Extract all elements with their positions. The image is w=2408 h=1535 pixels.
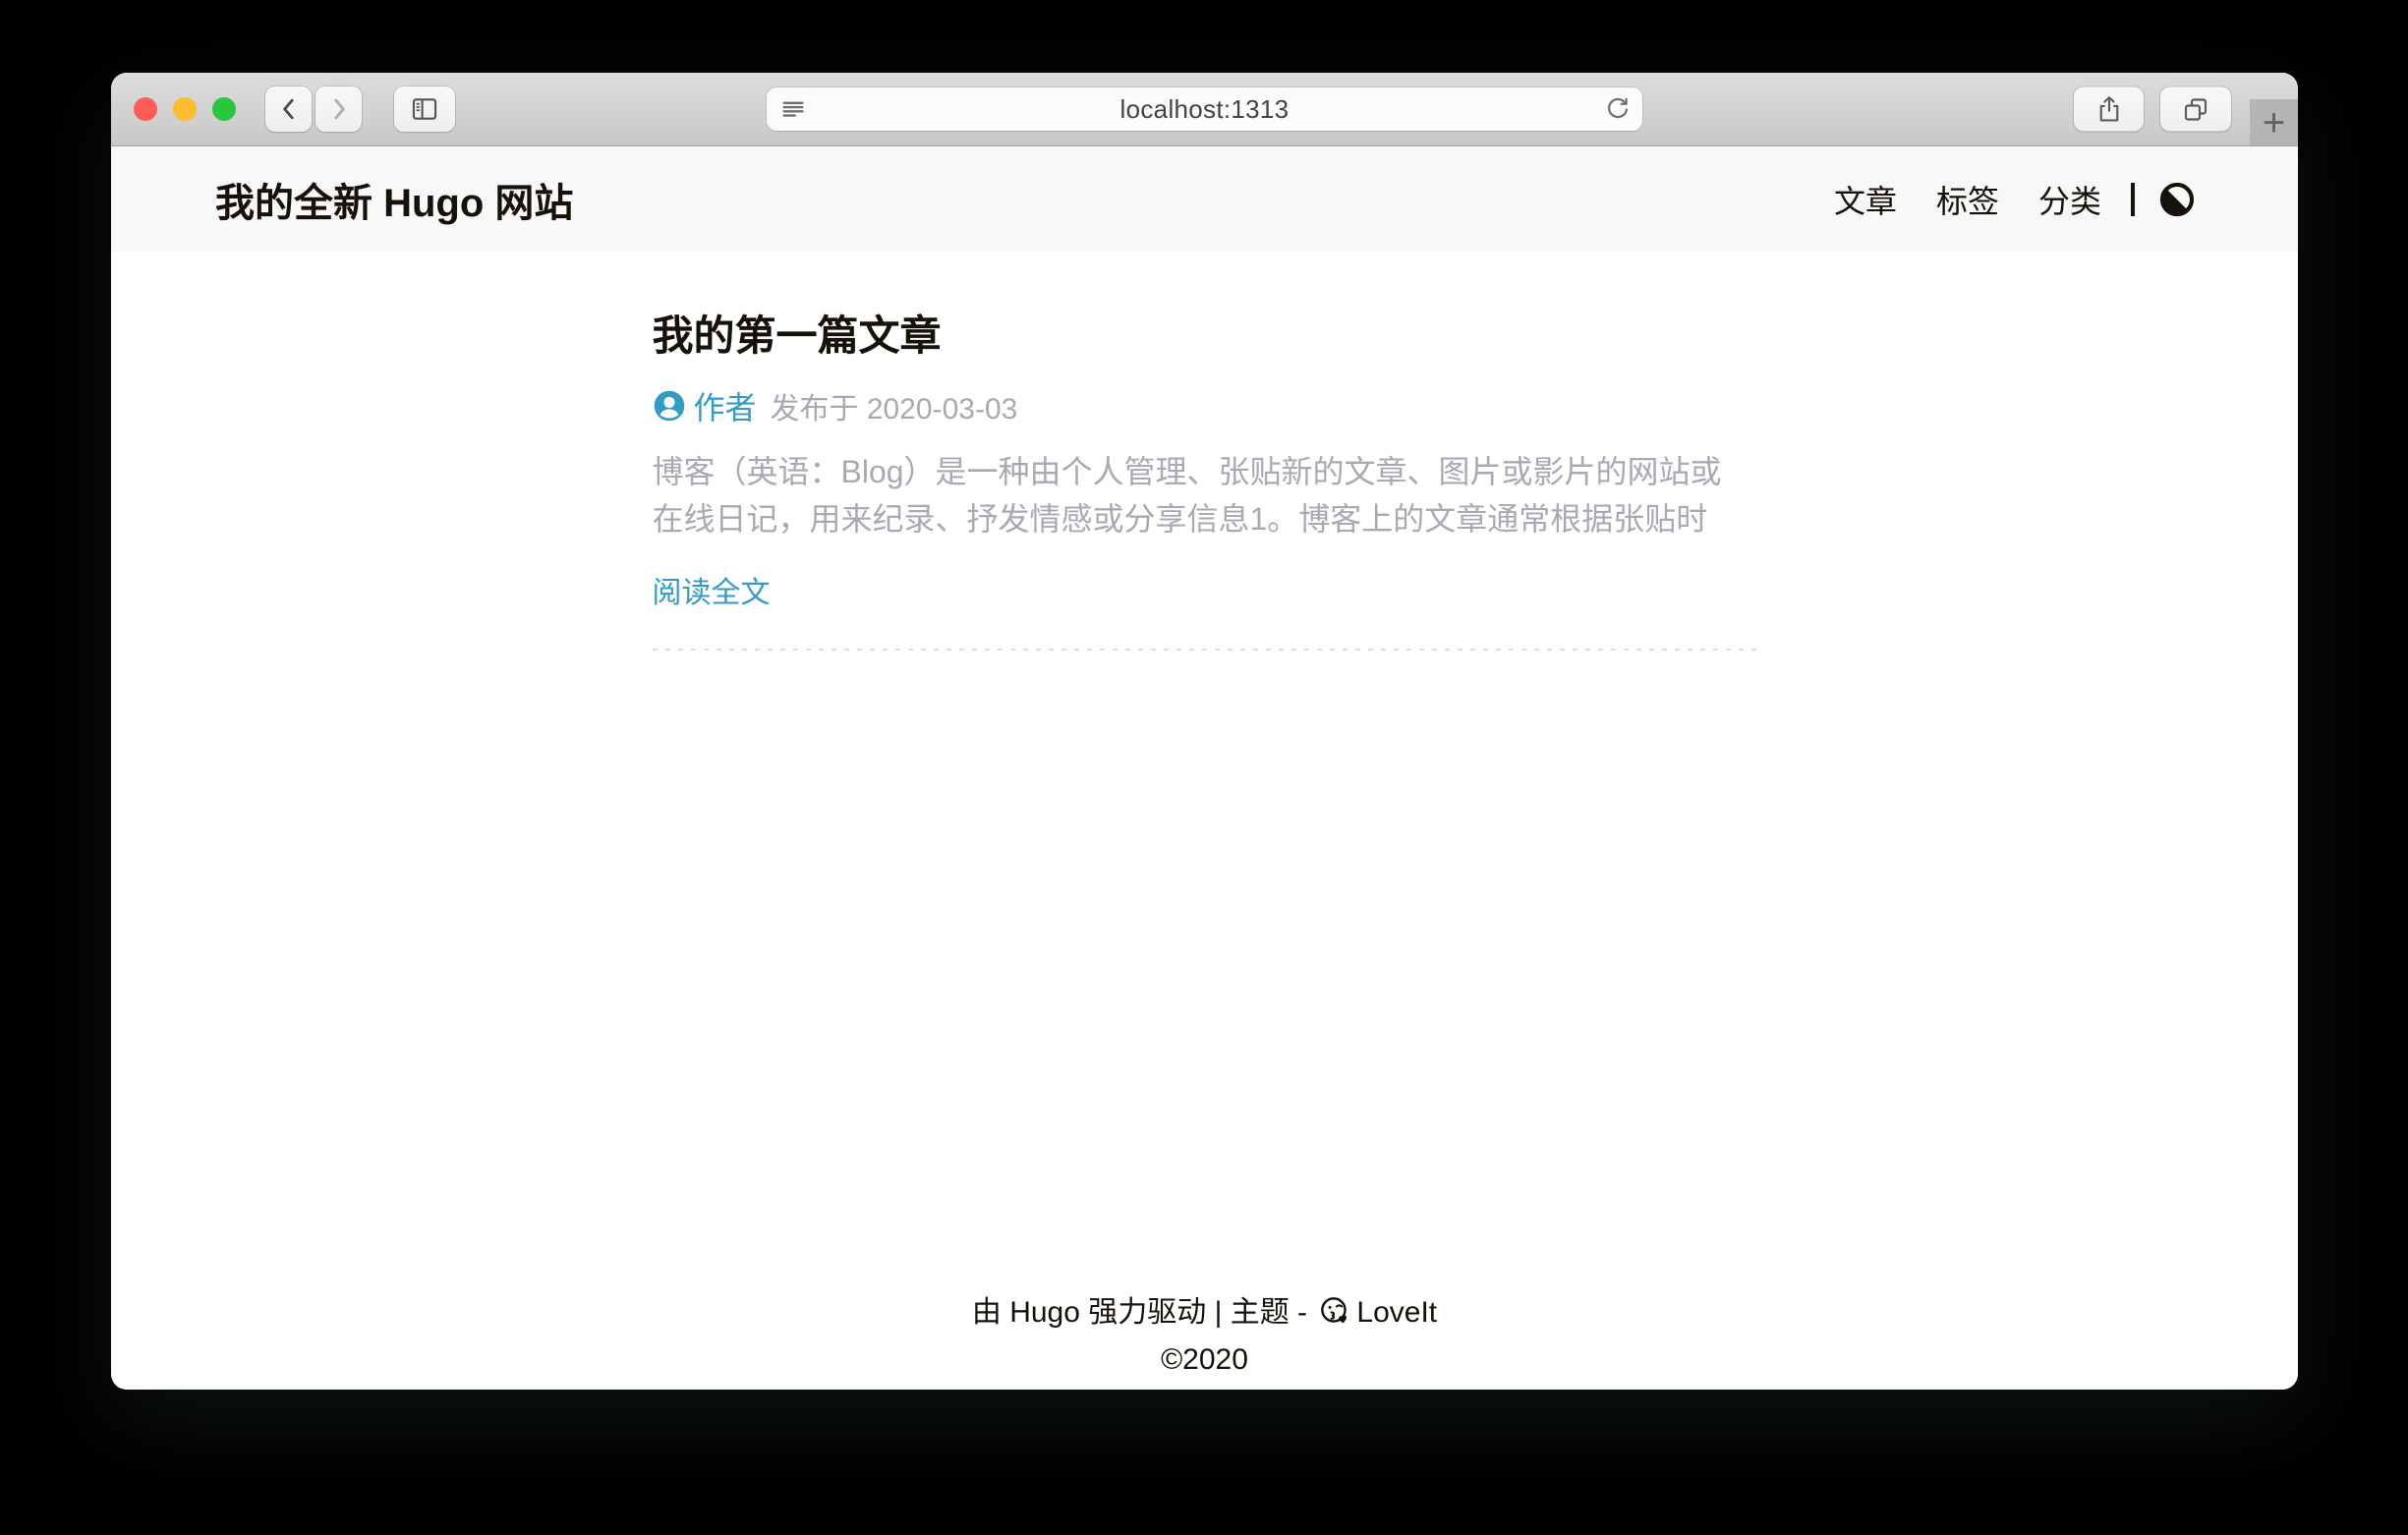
nav-item-tags[interactable]: 标签: [1936, 177, 1999, 222]
theme-toggle-button[interactable]: [2158, 181, 2196, 218]
author-link[interactable]: 作者: [694, 383, 757, 428]
nav-item-categories[interactable]: 分类: [2038, 177, 2101, 222]
plus-icon: +: [2263, 103, 2285, 142]
minimize-button[interactable]: [173, 97, 197, 121]
close-button[interactable]: [134, 97, 157, 121]
back-button[interactable]: [265, 86, 312, 132]
read-more-link[interactable]: 阅读全文: [653, 568, 771, 611]
tab-overview-icon: [2180, 93, 2211, 125]
tab-overview-button[interactable]: [2160, 87, 2231, 132]
share-icon: [2093, 93, 2125, 125]
site-nav: 文章 标签 分类: [1795, 177, 2196, 222]
chevron-right-icon: [324, 94, 354, 124]
share-button[interactable]: [2074, 87, 2144, 132]
nav-divider: [2131, 183, 2135, 216]
site-header: 我的全新 Hugo 网站 文章 标签 分类: [111, 146, 2298, 252]
window-controls: [134, 97, 236, 121]
author-avatar-icon: [653, 389, 686, 423]
chevron-left-icon: [274, 94, 304, 124]
sidebar-toggle-icon: [408, 92, 441, 126]
browser-toolbar: localhost:1313: [111, 73, 2298, 146]
site-title[interactable]: 我的全新 Hugo 网站: [215, 171, 573, 228]
footer-copyright: ©2020: [111, 1336, 2298, 1384]
reader-view-button[interactable]: [778, 94, 808, 124]
zoom-button[interactable]: [212, 97, 236, 121]
page-content: 我的第一篇文章 作者 发布于 2020-03-03 博客（英语：Blog）是一种…: [111, 252, 2298, 1390]
footer-theme-link[interactable]: LoveIt: [1356, 1296, 1437, 1329]
contrast-circle-icon: [2158, 181, 2196, 218]
post-summary: 博客（英语：Blog）是一种由个人管理、张贴新的文章、图片或影片的网站或 在线日…: [653, 448, 1757, 542]
post-summary-card: 我的第一篇文章 作者 发布于 2020-03-03 博客（英语：Blog）是一种…: [653, 252, 1757, 651]
site-footer: 由 Hugo 强力驱动 | 主题 - LoveIt ©2020: [111, 1289, 2298, 1384]
new-tab-button[interactable]: +: [2250, 99, 2298, 145]
reload-button[interactable]: [1603, 94, 1633, 124]
post-meta: 作者 发布于 2020-03-03: [653, 383, 1757, 428]
kiss-wink-heart-icon: [1319, 1295, 1350, 1327]
publish-date: 发布于 2020-03-03: [771, 384, 1018, 427]
footer-powered-row: 由 Hugo 强力驱动 | 主题 - LoveIt: [111, 1289, 2298, 1336]
nav-item-posts[interactable]: 文章: [1834, 177, 1897, 222]
sidebar-toggle-button[interactable]: [394, 86, 455, 132]
address-text[interactable]: localhost:1313: [767, 94, 1642, 125]
summary-line: 在线日记，用来纪录、抒发情感或分享信息1。博客上的文章通常根据张贴时: [653, 495, 1757, 542]
forward-button[interactable]: [315, 86, 362, 132]
footer-powered-text: 由 Hugo 强力驱动 | 主题 -: [972, 1296, 1316, 1329]
post-divider: [653, 649, 1757, 651]
summary-line: 博客（英语：Blog）是一种由个人管理、张贴新的文章、图片或影片的网站或: [653, 448, 1757, 495]
address-bar[interactable]: localhost:1313: [767, 87, 1642, 131]
post-title-link[interactable]: 我的第一篇文章: [653, 313, 1757, 360]
browser-window: localhost:1313: [111, 73, 2298, 1390]
